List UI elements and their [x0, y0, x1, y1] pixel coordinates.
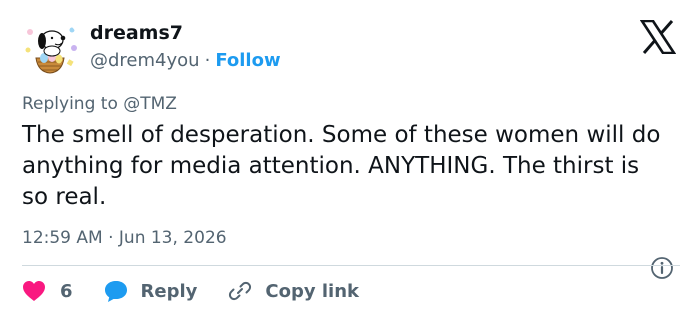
handle-row: @drem4you · Follow — [90, 50, 281, 71]
copy-link-label: Copy link — [265, 280, 359, 302]
avatar[interactable] — [22, 18, 80, 76]
reply-mention-link[interactable]: @TMZ — [123, 94, 177, 114]
tweet-card: dreams7 @drem4you · Follow Replying to @TM… — [0, 0, 700, 318]
reply-button[interactable]: Reply — [103, 279, 228, 303]
handle-separator: · — [204, 50, 211, 71]
reply-label: Reply — [140, 280, 198, 302]
copy-link-button[interactable]: Copy link — [227, 279, 359, 303]
link-icon — [229, 281, 252, 301]
reply-context: Replying to @TMZ — [22, 94, 177, 114]
reply-bubble-icon — [104, 281, 127, 302]
action-bar: 6 Reply Copy link — [22, 276, 359, 306]
tweet-timestamp[interactable]: 12:59 AM · Jun 13, 2026 — [22, 228, 227, 248]
tweet-text: The smell of desperation. Some of these … — [22, 122, 661, 210]
like-button[interactable]: 6 — [22, 280, 103, 302]
follow-button[interactable]: Follow — [215, 50, 280, 71]
divider — [22, 265, 680, 266]
handle[interactable]: @drem4you — [90, 50, 200, 71]
like-count: 6 — [60, 280, 73, 302]
info-icon[interactable] — [650, 256, 674, 280]
x-logo-icon[interactable] — [639, 19, 677, 55]
display-name[interactable]: dreams7 — [90, 22, 183, 44]
heart-icon — [23, 281, 45, 301]
reply-prefix: Replying to — [22, 94, 118, 114]
snoopy-easter-avatar-icon — [22, 18, 80, 76]
